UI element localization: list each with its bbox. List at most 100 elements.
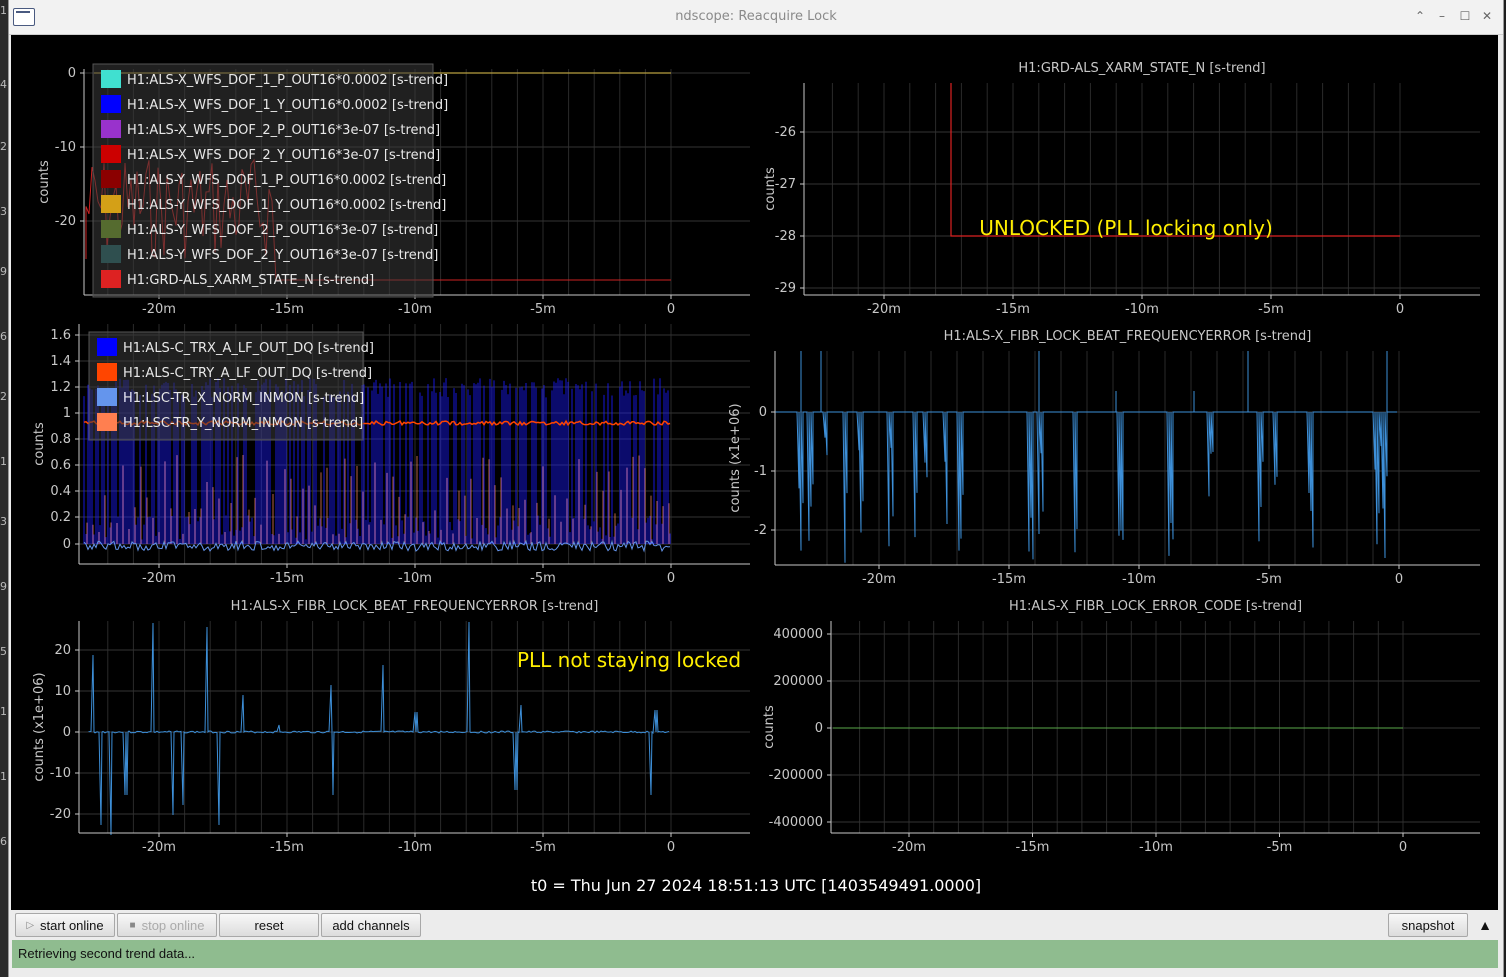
p6-ytick-label: -400000 xyxy=(769,815,823,830)
p2-ytick-label: -29 xyxy=(775,281,796,296)
p4-ytick-label: -2 xyxy=(754,523,767,538)
p2-ylabel: counts xyxy=(763,167,778,211)
p3-legend-swatch xyxy=(97,338,117,356)
p6-xtick-label: -5m xyxy=(1267,840,1293,855)
p5-annotation: PLL not staying locked xyxy=(517,648,741,672)
p3-ytick-label: 0.4 xyxy=(50,484,71,499)
p6-xtick-label: -15m xyxy=(1016,840,1050,855)
p2-xtick-label: -15m xyxy=(996,302,1030,317)
start-online-label: start online xyxy=(40,917,104,933)
p1-legend-label: H1:ALS-X_WFS_DOF_2_Y_OUT16*3e-07 [s-tren… xyxy=(127,148,440,163)
p1-xtick-label: -20m xyxy=(142,302,176,317)
close-window-button[interactable]: ✕ xyxy=(1480,9,1494,23)
reset-button[interactable]: reset xyxy=(219,913,319,937)
p1-ylabel: counts xyxy=(37,160,52,204)
expand-panel-button[interactable]: ▲ xyxy=(1472,913,1498,937)
p5-ytick-label: -10 xyxy=(50,766,71,781)
p2-ytick-label: -26 xyxy=(775,125,796,140)
p6-ytick-label: -200000 xyxy=(769,768,823,783)
stop-online-label: stop online xyxy=(141,917,205,933)
p5-ytick-label: 10 xyxy=(54,684,71,699)
p3-ytick-label: 1.6 xyxy=(50,328,71,343)
add-channels-button[interactable]: add channels xyxy=(321,913,421,937)
p5-ytick-label: 20 xyxy=(54,643,71,658)
t0-label: t0 = Thu Jun 27 2024 18:51:13 UTC [14035… xyxy=(531,876,981,895)
p1-legend-label: H1:ALS-Y_WFS_DOF_1_P_OUT16*0.0002 [s-tre… xyxy=(127,173,446,188)
play-icon: ▷ xyxy=(26,919,35,931)
p1-legend-swatch xyxy=(101,270,121,288)
minimize-window-button[interactable]: – xyxy=(1435,9,1449,23)
p3-legend-swatch xyxy=(97,363,117,381)
minimize-icon: – xyxy=(1439,9,1445,23)
p5-xtick-label: -20m xyxy=(142,840,176,855)
p3-ytick-label: 1.2 xyxy=(50,380,71,395)
title-bar: ndscope: Reacquire Lock ⌃ – ☐ ✕ xyxy=(9,0,1503,35)
p2-xtick-label: -10m xyxy=(1125,302,1159,317)
plots-canvas: -20m -15m -10m -5m 00-10-20counts-20m -15m -10… xyxy=(32,61,1480,895)
snapshot-button[interactable]: snapshot xyxy=(1388,913,1468,937)
p1-ytick-label: -10 xyxy=(55,140,76,155)
p4-ytick-label: 0 xyxy=(759,405,767,420)
maximize-icon: ☐ xyxy=(1459,9,1471,23)
shade-window-button[interactable]: ⌃ xyxy=(1413,9,1427,23)
p1-legend-swatch xyxy=(101,70,121,88)
p6-xtick-label: 0 xyxy=(1399,840,1407,855)
status-bar: Retrieving second trend data... xyxy=(12,940,1498,968)
p6-ytick-label: 200000 xyxy=(773,674,823,689)
p3-xtick-label: -10m xyxy=(398,571,432,586)
p1-legend-swatch xyxy=(101,95,121,113)
p3-xtick-label: -15m xyxy=(270,571,304,586)
p1-legend-swatch xyxy=(101,220,121,238)
p6-ytick-label: 400000 xyxy=(773,627,823,642)
p3-legend-label: H1:ALS-C_TRX_A_LF_OUT_DQ [s-trend] xyxy=(123,341,374,356)
window-title: ndscope: Reacquire Lock xyxy=(675,9,837,24)
p1-legend-label: H1:ALS-X_WFS_DOF_1_Y_OUT16*0.0002 [s-tre… xyxy=(127,98,448,113)
p3-ylabel: counts xyxy=(32,422,47,466)
p4-ytick-label: -1 xyxy=(754,464,767,479)
p2-xtick-label: -5m xyxy=(1258,302,1284,317)
maximize-window-button[interactable]: ☐ xyxy=(1458,9,1472,23)
p3-legend-swatch xyxy=(97,413,117,431)
p1-xtick-label: 0 xyxy=(667,302,675,317)
p5-ylabel: counts (x1e+06) xyxy=(32,672,47,781)
p3-ytick-label: 1.4 xyxy=(50,354,71,369)
p1-legend-swatch xyxy=(101,170,121,188)
p5-title: H1:ALS-X_FIBR_LOCK_BEAT_FREQUENCYERROR [… xyxy=(231,599,599,614)
p1-legend-swatch xyxy=(101,120,121,138)
p1-legend-label: H1:ALS-Y_WFS_DOF_1_Y_OUT16*0.0002 [s-tre… xyxy=(127,198,446,213)
p4-xtick-label: 0 xyxy=(1395,572,1403,587)
start-online-button[interactable]: ▷ start online xyxy=(15,913,115,937)
p3-ytick-label: 0.2 xyxy=(50,510,71,525)
p3-legend-label: H1:LSC-TR_Y_NORM_INMON [s-trend] xyxy=(123,416,363,431)
p4-xtick-label: -20m xyxy=(862,572,896,587)
p1-legend-swatch xyxy=(101,195,121,213)
plot-area: -20m -15m -10m -5m 0 0 -10 -20 counts -20m -15m -10… xyxy=(11,35,1498,910)
p1-legend-label: H1:ALS-X_WFS_DOF_1_P_OUT16*0.0002 [s-tre… xyxy=(127,73,448,88)
p2-xtick-label: -20m xyxy=(867,302,901,317)
p4-ylabel: counts (x1e+06) xyxy=(728,403,743,512)
p2-title: H1:GRD-ALS_XARM_STATE_N [s-trend] xyxy=(1018,61,1265,76)
p1-legend-label: H1:GRD-ALS_XARM_STATE_N [s-trend] xyxy=(127,273,374,288)
p6-xtick-label: -20m xyxy=(892,840,926,855)
p5-xtick-label: -5m xyxy=(530,840,556,855)
p1-legend-label: H1:ALS-Y_WFS_DOF_2_P_OUT16*3e-07 [s-tren… xyxy=(127,223,438,238)
p6-xtick-label: -10m xyxy=(1139,840,1173,855)
p5-xtick-label: -15m xyxy=(270,840,304,855)
stop-online-button[interactable]: ■ stop online xyxy=(117,913,217,937)
p6-title: H1:ALS-X_FIBR_LOCK_ERROR_CODE [s-trend] xyxy=(1009,599,1302,614)
background-desktop-edge: 14239621395116 xyxy=(0,0,8,977)
p3-xtick-label: -20m xyxy=(142,571,176,586)
p3-xtick-label: -5m xyxy=(530,571,556,586)
p6-ylabel: counts xyxy=(762,705,777,749)
p1-legend-label: H1:ALS-Y_WFS_DOF_2_Y_OUT16*3e-07 [s-tren… xyxy=(127,248,438,263)
p4-xtick-label: -15m xyxy=(992,572,1026,587)
p1-ytick-label: -20 xyxy=(55,214,76,229)
p1-legend-swatch xyxy=(101,145,121,163)
p2-annotation: UNLOCKED (PLL locking only) xyxy=(979,216,1273,240)
p3-xtick-label: 0 xyxy=(667,571,675,586)
p4-xtick-label: -5m xyxy=(1256,572,1282,587)
p5-ytick-label: -20 xyxy=(50,807,71,822)
p3-legend-label: H1:LSC-TR_X_NORM_INMON [s-trend] xyxy=(123,391,364,406)
p1-xtick-label: -10m xyxy=(398,302,432,317)
p1-xtick-label: -15m xyxy=(270,302,304,317)
